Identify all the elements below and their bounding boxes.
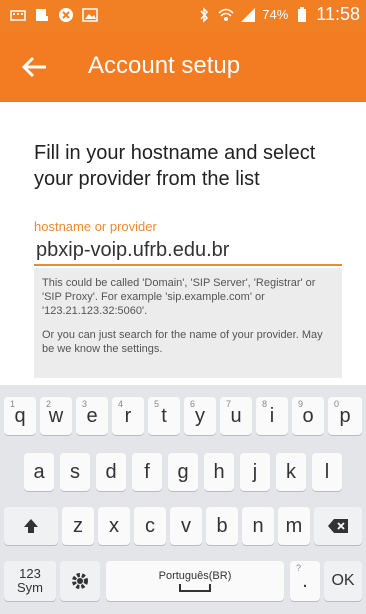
key-w[interactable]: 2w (40, 397, 72, 435)
blocked-icon (59, 8, 73, 22)
status-time: 11:58 (316, 4, 360, 24)
help-text-1: This could be called 'Domain', 'SIP Serv… (42, 277, 316, 317)
period-key[interactable]: ?. (290, 561, 320, 601)
key-i[interactable]: 8i (256, 397, 288, 435)
status-bar-right: 74% 11:58 (196, 4, 360, 25)
key-c[interactable]: c (134, 507, 166, 545)
soft-keyboard: 1q 2w 3e 4r 5t 6y 7u 8i 9o 0p a s d f g … (0, 385, 366, 614)
instruction-text: Fill in your hostname and select your pr… (34, 142, 316, 190)
back-arrow-icon[interactable] (18, 50, 52, 84)
space-key[interactable]: Português(BR) (106, 561, 284, 601)
shift-key[interactable] (4, 507, 58, 545)
help-box: This could be called 'Domain', 'SIP Serv… (34, 268, 342, 378)
action-bar: Account setup (0, 32, 366, 102)
gear-icon (72, 573, 88, 589)
backspace-icon (328, 519, 348, 533)
bluetooth-icon (200, 6, 209, 23)
space-bar-icon (179, 584, 211, 592)
help-text-2: Or you can just search for the name of y… (42, 329, 323, 355)
key-b[interactable]: b (206, 507, 238, 545)
key-d[interactable]: d (96, 453, 126, 491)
wifi-icon (218, 8, 234, 21)
page-title: Account setup (88, 52, 241, 79)
key-k[interactable]: k (276, 453, 306, 491)
battery-icon (298, 6, 307, 22)
key-f[interactable]: f (132, 453, 162, 491)
settings-key[interactable] (60, 561, 100, 601)
sim-icon (36, 9, 48, 21)
status-bar: 74% 11:58 (0, 0, 366, 32)
shift-arrow-icon (24, 519, 38, 533)
key-q[interactable]: 1q (4, 397, 36, 435)
image-icon (82, 8, 98, 22)
status-bar-left-icons (10, 7, 98, 23)
backspace-key[interactable] (314, 507, 362, 545)
key-u[interactable]: 7u (220, 397, 252, 435)
key-n[interactable]: n (242, 507, 274, 545)
key-j[interactable]: j (240, 453, 270, 491)
key-r[interactable]: 4r (112, 397, 144, 435)
key-a[interactable]: a (24, 453, 54, 491)
key-o[interactable]: 9o (292, 397, 324, 435)
key-v[interactable]: v (170, 507, 202, 545)
key-s[interactable]: s (60, 453, 90, 491)
key-y[interactable]: 6y (184, 397, 216, 435)
key-p[interactable]: 0p (328, 397, 362, 435)
hostname-input[interactable] (34, 236, 342, 266)
key-g[interactable]: g (168, 453, 198, 491)
key-h[interactable]: h (204, 453, 234, 491)
key-x[interactable]: x (98, 507, 130, 545)
signal-icon (241, 7, 256, 22)
key-l[interactable]: l (312, 453, 342, 491)
battery-percent: 74% (262, 7, 289, 22)
key-z[interactable]: z (62, 507, 94, 545)
key-t[interactable]: 5t (148, 397, 180, 435)
key-m[interactable]: m (278, 507, 310, 545)
symbols-key[interactable]: 123 Sym (4, 561, 56, 601)
keyboard-icon (10, 10, 26, 21)
key-e[interactable]: 3e (76, 397, 108, 435)
ok-key[interactable]: OK (324, 561, 362, 601)
hostname-field-label: hostname or provider (34, 219, 157, 234)
